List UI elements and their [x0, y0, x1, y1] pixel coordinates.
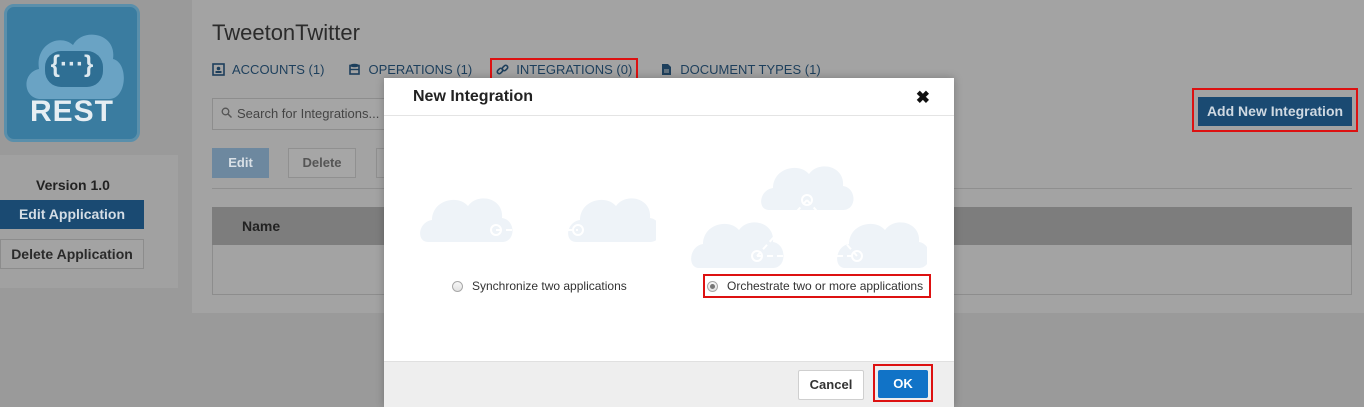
- tab-accounts-label: ACCOUNTS (1): [232, 62, 325, 77]
- ok-highlight: OK: [873, 364, 933, 402]
- sidebar: Version 1.0 Edit Application Delete Appl…: [0, 155, 178, 288]
- dialog-header: New Integration ✖: [384, 78, 954, 116]
- ok-button[interactable]: OK: [878, 370, 928, 398]
- option-orchestrate-label: Orchestrate two or more applications: [727, 279, 924, 293]
- cancel-button[interactable]: Cancel: [798, 370, 864, 400]
- tab-bar: ACCOUNTS (1) OPERATIONS (1) INTEGRATIONS…: [212, 58, 845, 81]
- delete-button[interactable]: Delete: [288, 148, 356, 178]
- logo-text: REST: [29, 95, 114, 128]
- delete-application-button[interactable]: Delete Application: [0, 239, 144, 269]
- search-placeholder: Search for Integrations...: [237, 106, 380, 121]
- version-label: Version 1.0: [36, 177, 110, 193]
- option-synchronize-label: Synchronize two applications: [472, 279, 627, 293]
- edit-button[interactable]: Edit: [212, 148, 269, 178]
- add-integration-highlight: Add New Integration: [1192, 88, 1358, 132]
- synchronize-radio[interactable]: [452, 280, 463, 292]
- tab-integrations-label: INTEGRATIONS (0): [516, 62, 633, 77]
- add-new-integration-button[interactable]: Add New Integration: [1198, 97, 1352, 126]
- new-integration-dialog: New Integration ✖ Synchronize two applic…: [384, 78, 954, 407]
- synchronize-illustration-icon: [420, 198, 656, 242]
- document-icon: [662, 64, 672, 75]
- search-icon: [221, 107, 232, 118]
- tab-accounts[interactable]: ACCOUNTS (1): [212, 60, 324, 79]
- tab-document-types[interactable]: DOCUMENT TYPES (1): [660, 60, 821, 79]
- page-title: TweetonTwitter: [212, 20, 360, 45]
- code-braces-icon: {···}: [50, 51, 94, 78]
- tab-operations[interactable]: OPERATIONS (1): [348, 60, 472, 79]
- close-icon[interactable]: ✖: [916, 88, 930, 108]
- dialog-title: New Integration: [413, 88, 534, 105]
- dialog-footer: Cancel OK: [384, 361, 954, 407]
- orchestrate-radio[interactable]: [707, 280, 718, 292]
- database-icon: [349, 63, 361, 75]
- orchestrate-illustration-icon: [691, 166, 927, 268]
- tab-document-types-label: DOCUMENT TYPES (1): [680, 62, 821, 77]
- column-header-name[interactable]: Name: [242, 218, 280, 234]
- tab-operations-label: OPERATIONS (1): [368, 62, 473, 77]
- option-orchestrate[interactable]: Orchestrate two or more applications: [702, 274, 932, 298]
- option-synchronize[interactable]: Synchronize two applications: [452, 279, 627, 293]
- edit-application-button[interactable]: Edit Application: [0, 200, 144, 229]
- tab-integrations[interactable]: INTEGRATIONS (0): [490, 58, 639, 81]
- id-card-icon: [212, 63, 225, 76]
- rest-logo: {···} REST: [4, 4, 140, 142]
- link-icon: [496, 64, 509, 75]
